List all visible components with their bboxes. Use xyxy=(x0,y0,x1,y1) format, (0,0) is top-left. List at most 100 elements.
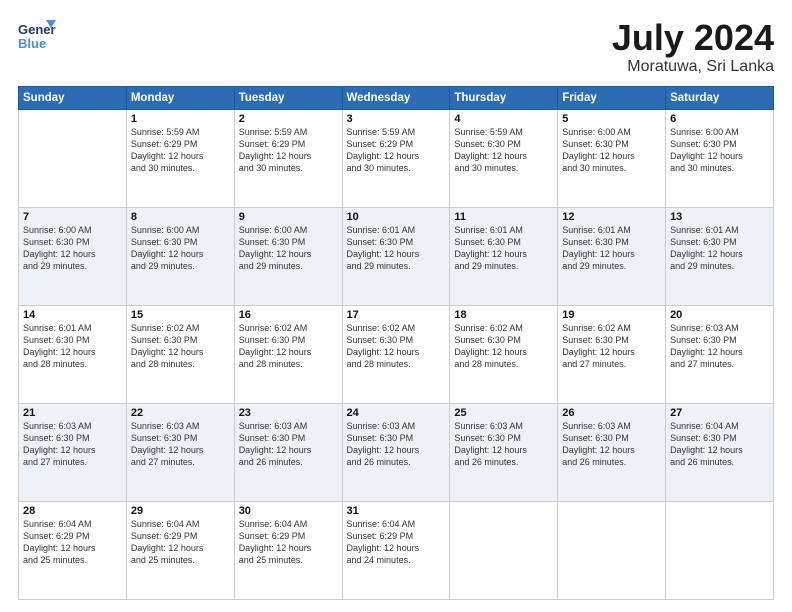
day-number: 16 xyxy=(239,309,338,321)
day-info: Sunrise: 6:02 AMSunset: 6:30 PMDaylight:… xyxy=(454,322,553,371)
day-info: Sunrise: 6:03 AMSunset: 6:30 PMDaylight:… xyxy=(23,420,122,469)
calendar-cell: 8Sunrise: 6:00 AMSunset: 6:30 PMDaylight… xyxy=(126,207,234,305)
day-info: Sunrise: 6:04 AMSunset: 6:29 PMDaylight:… xyxy=(347,518,446,567)
day-info: Sunrise: 6:02 AMSunset: 6:30 PMDaylight:… xyxy=(131,322,230,371)
day-number: 14 xyxy=(23,309,122,321)
day-number: 25 xyxy=(454,407,553,419)
calendar-cell: 10Sunrise: 6:01 AMSunset: 6:30 PMDayligh… xyxy=(342,207,450,305)
calendar-cell: 25Sunrise: 6:03 AMSunset: 6:30 PMDayligh… xyxy=(450,403,558,501)
calendar-cell: 17Sunrise: 6:02 AMSunset: 6:30 PMDayligh… xyxy=(342,305,450,403)
calendar-week-5: 28Sunrise: 6:04 AMSunset: 6:29 PMDayligh… xyxy=(19,501,774,599)
calendar-cell: 31Sunrise: 6:04 AMSunset: 6:29 PMDayligh… xyxy=(342,501,450,599)
day-number: 7 xyxy=(23,211,122,223)
header-row: Sunday Monday Tuesday Wednesday Thursday… xyxy=(19,86,774,109)
day-info: Sunrise: 6:03 AMSunset: 6:30 PMDaylight:… xyxy=(562,420,661,469)
calendar-cell: 5Sunrise: 6:00 AMSunset: 6:30 PMDaylight… xyxy=(558,109,666,207)
day-number: 15 xyxy=(131,309,230,321)
day-number: 21 xyxy=(23,407,122,419)
calendar-cell: 4Sunrise: 5:59 AMSunset: 6:30 PMDaylight… xyxy=(450,109,558,207)
day-info: Sunrise: 6:02 AMSunset: 6:30 PMDaylight:… xyxy=(347,322,446,371)
day-number: 13 xyxy=(670,211,769,223)
calendar-cell: 26Sunrise: 6:03 AMSunset: 6:30 PMDayligh… xyxy=(558,403,666,501)
calendar-cell: 22Sunrise: 6:03 AMSunset: 6:30 PMDayligh… xyxy=(126,403,234,501)
day-info: Sunrise: 6:01 AMSunset: 6:30 PMDaylight:… xyxy=(23,322,122,371)
day-info: Sunrise: 6:04 AMSunset: 6:29 PMDaylight:… xyxy=(23,518,122,567)
calendar-cell: 19Sunrise: 6:02 AMSunset: 6:30 PMDayligh… xyxy=(558,305,666,403)
location: Moratuwa, Sri Lanka xyxy=(612,58,774,76)
day-number: 30 xyxy=(239,505,338,517)
day-number: 18 xyxy=(454,309,553,321)
day-number: 4 xyxy=(454,113,553,125)
day-info: Sunrise: 6:01 AMSunset: 6:30 PMDaylight:… xyxy=(670,224,769,273)
calendar-cell: 9Sunrise: 6:00 AMSunset: 6:30 PMDaylight… xyxy=(234,207,342,305)
day-info: Sunrise: 6:00 AMSunset: 6:30 PMDaylight:… xyxy=(131,224,230,273)
month-title: July 2024 xyxy=(612,18,774,58)
day-info: Sunrise: 6:03 AMSunset: 6:30 PMDaylight:… xyxy=(670,322,769,371)
day-info: Sunrise: 6:00 AMSunset: 6:30 PMDaylight:… xyxy=(562,126,661,175)
calendar-cell: 14Sunrise: 6:01 AMSunset: 6:30 PMDayligh… xyxy=(19,305,127,403)
day-number: 10 xyxy=(347,211,446,223)
header: General Blue July 2024 Moratuwa, Sri Lan… xyxy=(18,18,774,76)
calendar-cell: 16Sunrise: 6:02 AMSunset: 6:30 PMDayligh… xyxy=(234,305,342,403)
calendar-week-3: 14Sunrise: 6:01 AMSunset: 6:30 PMDayligh… xyxy=(19,305,774,403)
day-info: Sunrise: 5:59 AMSunset: 6:30 PMDaylight:… xyxy=(454,126,553,175)
calendar-cell: 11Sunrise: 6:01 AMSunset: 6:30 PMDayligh… xyxy=(450,207,558,305)
day-number: 24 xyxy=(347,407,446,419)
calendar-cell xyxy=(558,501,666,599)
calendar-cell: 18Sunrise: 6:02 AMSunset: 6:30 PMDayligh… xyxy=(450,305,558,403)
day-info: Sunrise: 6:03 AMSunset: 6:30 PMDaylight:… xyxy=(347,420,446,469)
calendar-week-4: 21Sunrise: 6:03 AMSunset: 6:30 PMDayligh… xyxy=(19,403,774,501)
day-number: 12 xyxy=(562,211,661,223)
calendar-cell: 24Sunrise: 6:03 AMSunset: 6:30 PMDayligh… xyxy=(342,403,450,501)
col-sunday: Sunday xyxy=(19,86,127,109)
calendar-table: Sunday Monday Tuesday Wednesday Thursday… xyxy=(18,86,774,600)
day-info: Sunrise: 6:04 AMSunset: 6:30 PMDaylight:… xyxy=(670,420,769,469)
calendar-week-2: 7 Sunrise: 6:00 AMSunset: 6:30 PMDaylight… xyxy=(19,207,774,305)
title-block: July 2024 Moratuwa, Sri Lanka xyxy=(612,18,774,76)
col-tuesday: Tuesday xyxy=(234,86,342,109)
svg-text:Blue: Blue xyxy=(18,36,46,51)
day-number: 5 xyxy=(562,113,661,125)
calendar-cell: 2Sunrise: 5:59 AMSunset: 6:29 PMDaylight… xyxy=(234,109,342,207)
calendar-cell: 29Sunrise: 6:04 AMSunset: 6:29 PMDayligh… xyxy=(126,501,234,599)
day-number: 3 xyxy=(347,113,446,125)
day-number: 26 xyxy=(562,407,661,419)
calendar-cell: 6Sunrise: 6:00 AMSunset: 6:30 PMDaylight… xyxy=(666,109,774,207)
day-number: 31 xyxy=(347,505,446,517)
day-info: Sunrise: 6:04 AMSunset: 6:29 PMDaylight:… xyxy=(239,518,338,567)
calendar-cell: 27Sunrise: 6:04 AMSunset: 6:30 PMDayligh… xyxy=(666,403,774,501)
calendar-cell: 28Sunrise: 6:04 AMSunset: 6:29 PMDayligh… xyxy=(19,501,127,599)
day-number: 2 xyxy=(239,113,338,125)
col-monday: Monday xyxy=(126,86,234,109)
day-info: Sunrise: 6:03 AMSunset: 6:30 PMDaylight:… xyxy=(131,420,230,469)
calendar-cell: 23Sunrise: 6:03 AMSunset: 6:30 PMDayligh… xyxy=(234,403,342,501)
day-info: Sunrise: 6:00 AMSunset: 6:30 PMDaylight:… xyxy=(670,126,769,175)
calendar-week-1: 1Sunrise: 5:59 AMSunset: 6:29 PMDaylight… xyxy=(19,109,774,207)
col-thursday: Thursday xyxy=(450,86,558,109)
day-number: 19 xyxy=(562,309,661,321)
day-info: Sunrise: 6:01 AMSunset: 6:30 PMDaylight:… xyxy=(347,224,446,273)
day-info: Sunrise: 6:02 AMSunset: 6:30 PMDaylight:… xyxy=(562,322,661,371)
calendar-cell xyxy=(666,501,774,599)
day-number: 8 xyxy=(131,211,230,223)
day-info: Sunrise: 5:59 AMSunset: 6:29 PMDaylight:… xyxy=(131,126,230,175)
day-number: 9 xyxy=(239,211,338,223)
day-info: Sunrise: 5:59 AMSunset: 6:29 PMDaylight:… xyxy=(347,126,446,175)
page: General Blue July 2024 Moratuwa, Sri Lan… xyxy=(0,0,792,612)
col-wednesday: Wednesday xyxy=(342,86,450,109)
day-number: 22 xyxy=(131,407,230,419)
calendar-cell: 1Sunrise: 5:59 AMSunset: 6:29 PMDaylight… xyxy=(126,109,234,207)
day-number: 28 xyxy=(23,505,122,517)
col-friday: Friday xyxy=(558,86,666,109)
day-number: 29 xyxy=(131,505,230,517)
day-number: 1 xyxy=(131,113,230,125)
day-info: Sunrise: 6:04 AMSunset: 6:29 PMDaylight:… xyxy=(131,518,230,567)
calendar-cell: 20Sunrise: 6:03 AMSunset: 6:30 PMDayligh… xyxy=(666,305,774,403)
day-number: 23 xyxy=(239,407,338,419)
logo: General Blue xyxy=(18,18,56,56)
calendar-cell: 12Sunrise: 6:01 AMSunset: 6:30 PMDayligh… xyxy=(558,207,666,305)
day-info: Sunrise: 6:03 AMSunset: 6:30 PMDaylight:… xyxy=(454,420,553,469)
calendar-cell: 13Sunrise: 6:01 AMSunset: 6:30 PMDayligh… xyxy=(666,207,774,305)
day-number: 27 xyxy=(670,407,769,419)
calendar-cell: 21Sunrise: 6:03 AMSunset: 6:30 PMDayligh… xyxy=(19,403,127,501)
